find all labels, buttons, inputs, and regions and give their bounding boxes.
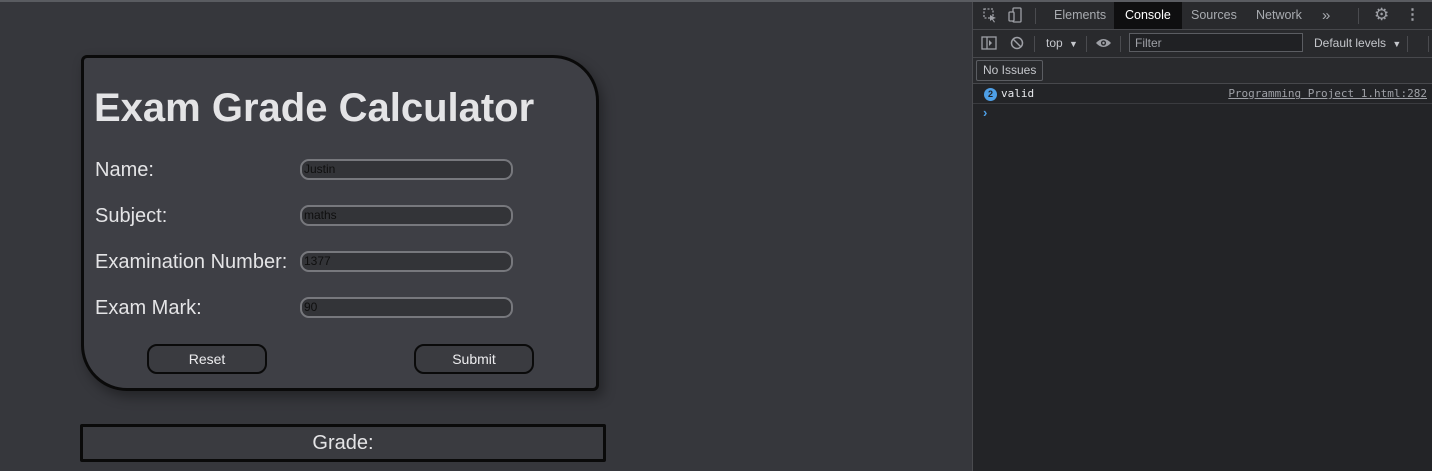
toolbar-divider <box>1120 36 1121 52</box>
more-tabs-icon[interactable]: » <box>1311 2 1341 29</box>
toolbar-divider <box>1428 36 1429 52</box>
submit-button[interactable]: Submit <box>414 344 534 374</box>
grade-label: Grade: <box>312 432 374 454</box>
console-message-source-link[interactable]: Programming Project 1.html:282 <box>1228 87 1427 100</box>
console-message: 2 valid Programming Project 1.html:282 <box>973 84 1432 104</box>
console-prompt-icon[interactable]: › <box>983 105 987 120</box>
toolbar-divider <box>1035 8 1036 24</box>
tab-network[interactable]: Network <box>1245 2 1313 29</box>
tab-elements[interactable]: Elements <box>1043 2 1117 29</box>
console-toolbar: top ▼ Filter Default levels ▼ <box>973 30 1432 58</box>
issues-bar: No Issues <box>973 58 1432 84</box>
settings-gear-icon[interactable]: ⚙ <box>1374 6 1389 23</box>
name-input[interactable] <box>300 159 513 180</box>
live-expression-eye-icon[interactable] <box>1095 36 1112 52</box>
exam-mark-input[interactable] <box>300 297 513 318</box>
issues-button[interactable]: No Issues <box>976 60 1044 81</box>
log-levels-value: Default levels <box>1314 36 1387 50</box>
console-message-text: valid <box>1001 87 1035 100</box>
chevron-down-icon: ▼ <box>1069 39 1078 49</box>
tab-sources[interactable]: Sources <box>1180 2 1248 29</box>
toolbar-divider <box>1358 8 1359 24</box>
device-toolbar-icon[interactable] <box>1008 7 1023 26</box>
subject-input[interactable] <box>300 205 513 226</box>
page-viewport: Exam Grade Calculator Name: Subject: Exa… <box>0 2 972 471</box>
name-label: Name: <box>95 159 154 181</box>
toolbar-divider <box>1086 36 1087 52</box>
subject-label: Subject: <box>95 205 168 227</box>
log-levels-dropdown[interactable]: Default levels ▼ <box>1303 30 1412 56</box>
filter-input[interactable]: Filter <box>1129 33 1303 52</box>
toolbar-divider <box>1407 36 1408 52</box>
tab-console[interactable]: Console <box>1114 2 1182 29</box>
context-selector-value: top <box>1046 36 1063 50</box>
chevron-down-icon: ▼ <box>1392 39 1402 49</box>
exam-mark-label: Exam Mark: <box>95 297 202 319</box>
exam-number-input[interactable] <box>300 251 513 272</box>
devtools-panel: Elements Console Sources Network » ⚙ ⋮ t… <box>972 2 1432 471</box>
inspect-element-icon[interactable] <box>983 8 998 26</box>
sidebar-toggle-icon[interactable] <box>981 36 997 53</box>
page-title: Exam Grade Calculator <box>94 86 535 130</box>
devtools-tab-bar: Elements Console Sources Network » ⚙ ⋮ <box>973 2 1432 30</box>
more-options-icon[interactable]: ⋮ <box>1405 7 1420 23</box>
calculator-form-card: Exam Grade Calculator Name: Subject: Exa… <box>81 55 599 391</box>
clear-console-icon[interactable] <box>1010 36 1024 53</box>
reset-button[interactable]: Reset <box>147 344 267 374</box>
context-selector[interactable]: top ▼ <box>1035 30 1089 56</box>
grade-output: Grade: <box>80 424 606 462</box>
repeat-count-badge: 2 <box>984 88 997 101</box>
exam-number-label: Examination Number: <box>95 251 288 273</box>
